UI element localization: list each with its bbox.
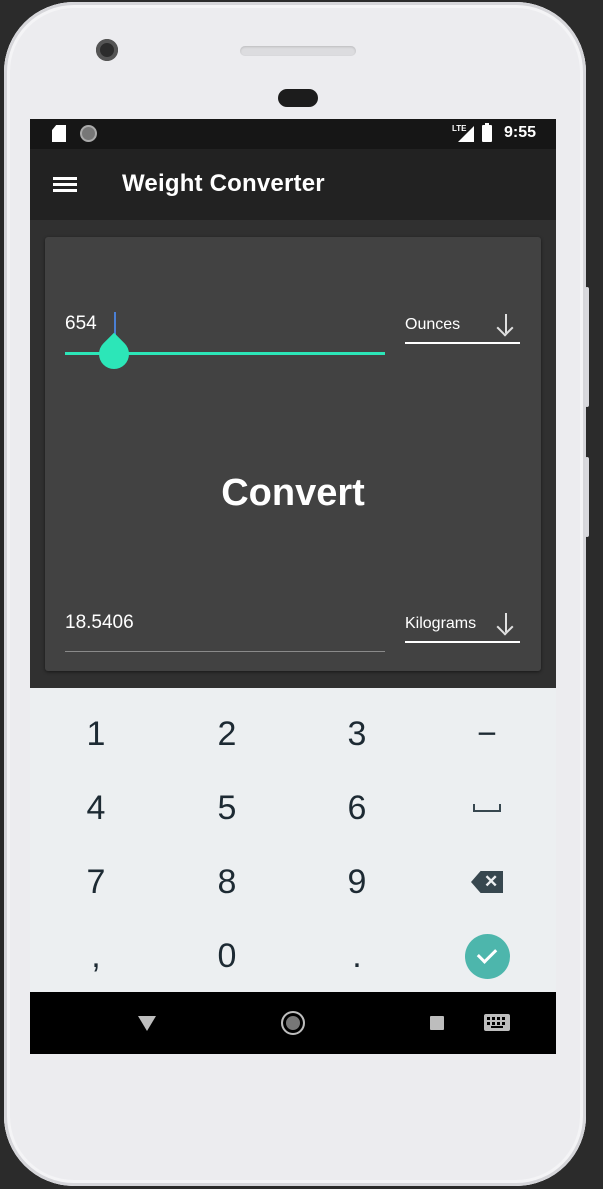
recents-square-icon[interactable] bbox=[430, 1016, 444, 1030]
space-icon bbox=[473, 804, 501, 812]
navigation-bar bbox=[30, 992, 556, 1054]
backspace-icon: ✕ bbox=[471, 871, 503, 893]
key-1[interactable]: 1 bbox=[31, 697, 161, 771]
key-7[interactable]: 7 bbox=[31, 845, 161, 919]
back-triangle-icon[interactable] bbox=[138, 1016, 156, 1031]
power-button bbox=[585, 457, 589, 537]
key-2[interactable]: 2 bbox=[162, 697, 292, 771]
clock: 9:55 bbox=[503, 124, 536, 141]
key-0[interactable]: 0 bbox=[162, 919, 292, 993]
output-unit-select[interactable]: Kilograms bbox=[405, 611, 520, 643]
key-backspace[interactable]: ✕ bbox=[422, 845, 552, 919]
output-underline bbox=[65, 651, 385, 652]
keyboard-switch-icon[interactable] bbox=[484, 1014, 510, 1031]
home-circle-icon[interactable] bbox=[281, 1011, 305, 1035]
key-space[interactable] bbox=[422, 771, 552, 845]
converter-card: 654 Ounces Convert 18.5406 Kilograms bbox=[45, 237, 541, 671]
key-comma[interactable]: , bbox=[31, 919, 161, 993]
key-4[interactable]: 4 bbox=[31, 771, 161, 845]
lte-signal-icon: LTE bbox=[452, 124, 474, 142]
proximity-sensor bbox=[278, 89, 318, 107]
checkmark-icon bbox=[464, 933, 510, 979]
weight-input[interactable]: 654 bbox=[65, 313, 97, 335]
arrow-down-icon bbox=[496, 611, 516, 636]
key-done[interactable] bbox=[422, 919, 552, 993]
input-unit-select[interactable]: Ounces bbox=[405, 312, 520, 344]
earpiece-speaker bbox=[240, 46, 356, 56]
key-period[interactable]: . bbox=[292, 919, 422, 993]
sync-icon bbox=[80, 125, 97, 142]
arrow-down-icon bbox=[496, 312, 516, 337]
app-title: Weight Converter bbox=[122, 170, 325, 197]
battery-icon bbox=[481, 122, 492, 142]
status-bar: LTE 9:55 bbox=[30, 119, 556, 149]
sd-card-icon bbox=[52, 125, 66, 142]
input-unit-label: Ounces bbox=[405, 316, 461, 333]
result-output[interactable]: 18.5406 bbox=[65, 612, 134, 634]
app-bar: Weight Converter bbox=[30, 149, 556, 220]
key-3[interactable]: 3 bbox=[292, 697, 422, 771]
hamburger-menu-icon[interactable] bbox=[53, 177, 77, 193]
key-8[interactable]: 8 bbox=[162, 845, 292, 919]
cursor-handle[interactable] bbox=[92, 332, 136, 376]
device-screen: LTE 9:55 Weight Converter 654 Ounces Con… bbox=[30, 119, 556, 1054]
key-9[interactable]: 9 bbox=[292, 845, 422, 919]
key-6[interactable]: 6 bbox=[292, 771, 422, 845]
key-5[interactable]: 5 bbox=[162, 771, 292, 845]
output-unit-label: Kilograms bbox=[405, 615, 477, 632]
convert-button[interactable]: Convert bbox=[45, 471, 541, 516]
numeric-keyboard: 1 2 3− 4 5 6 7 8 9 ✕, 0. bbox=[30, 688, 556, 992]
front-camera bbox=[96, 39, 118, 61]
key-minus[interactable]: − bbox=[422, 697, 552, 771]
volume-button bbox=[585, 287, 589, 407]
